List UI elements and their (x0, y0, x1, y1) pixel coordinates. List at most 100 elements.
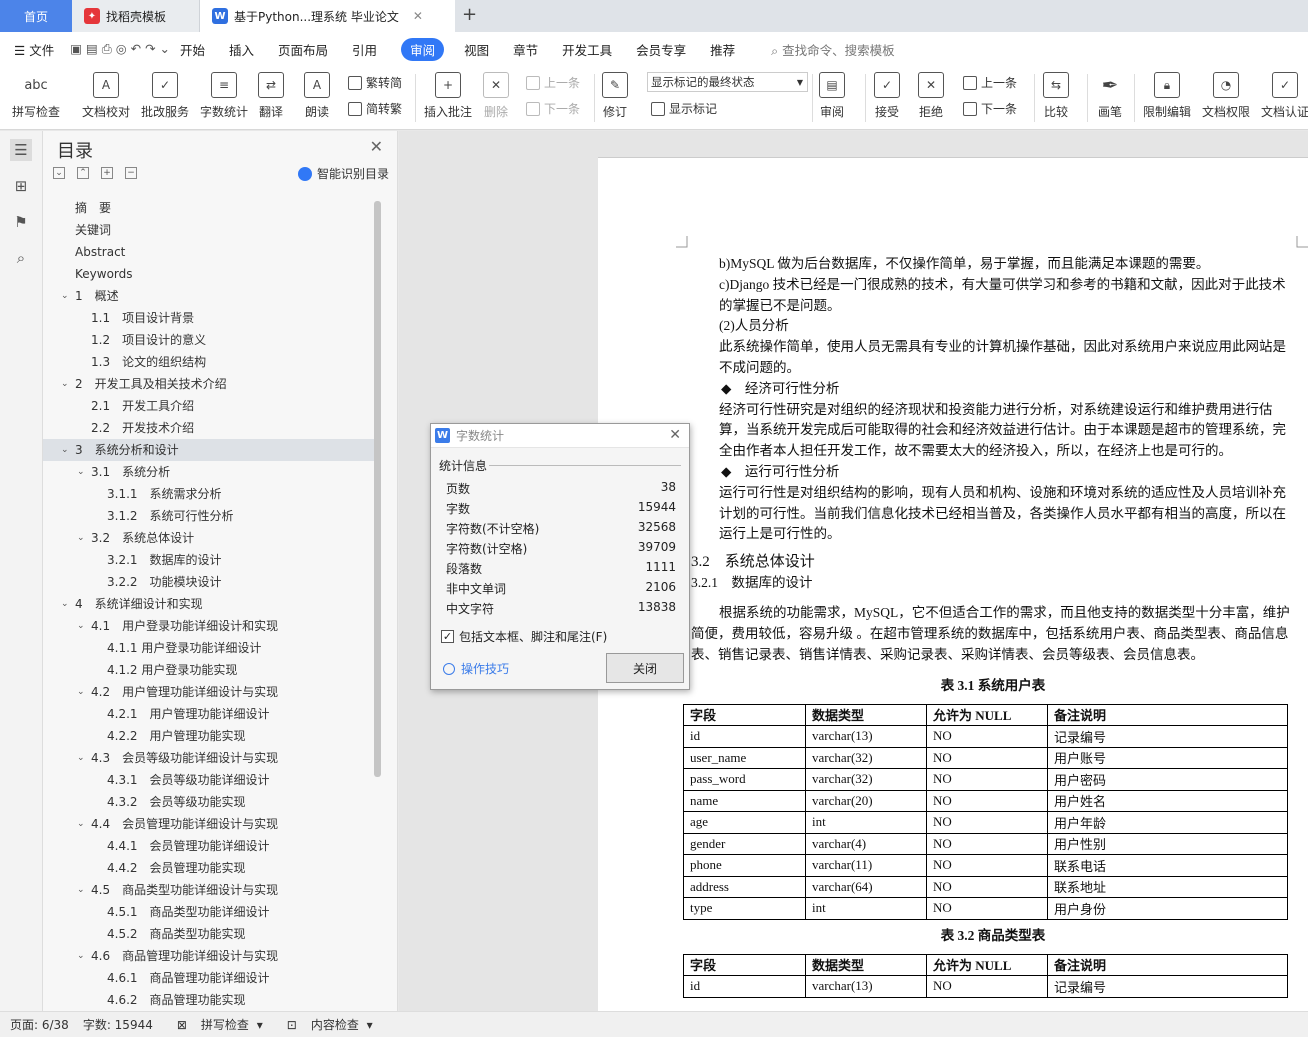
accept-button[interactable]: ✓ 接受 (874, 72, 900, 120)
chevron-down-icon[interactable]: ⌄ (77, 945, 85, 967)
toc-item[interactable]: ⌄ 4.3 会员等级功能详细设计与实现 (43, 747, 376, 769)
menu-insert[interactable]: 插入 (229, 40, 254, 59)
toc-item[interactable]: 摘 要 (43, 197, 376, 219)
close-icon[interactable]: ✕ (370, 137, 383, 156)
close-button[interactable]: 关闭 (606, 653, 684, 683)
toc-item[interactable]: 3.2.2 功能模块设计 (43, 571, 376, 593)
chevron-down-icon[interactable]: ⌄ (77, 813, 85, 835)
content-check-status[interactable]: ⊡ 内容检查 ▾ (277, 1016, 373, 1033)
chevron-down-icon[interactable]: ⌄ (77, 879, 85, 901)
read-aloud-button[interactable]: A 朗读 (304, 72, 330, 120)
close-icon[interactable]: ✕ (669, 427, 681, 443)
scrollbar[interactable] (374, 201, 381, 777)
toc-item[interactable]: 4.2.2 用户管理功能实现 (43, 725, 376, 747)
toc-item[interactable]: 4.6.1 商品管理功能详细设计 (43, 967, 376, 989)
toc-item[interactable]: ⌄ 4.2 用户管理功能详细设计与实现 (43, 681, 376, 703)
toc-item[interactable]: ⌄ 1 概述 (43, 285, 376, 307)
markup-state-select[interactable]: 显示标记的最终状态 ▼ (647, 72, 808, 92)
page-indicator[interactable]: 页面: 6/38 (10, 1016, 69, 1033)
chevron-down-icon[interactable]: ⌄ (77, 615, 85, 637)
quick-access-icons[interactable]: ▣ ▤ ⎙ ◎ ↶ ↷ ⌄ (70, 41, 170, 57)
chevron-down-icon[interactable]: ⌄ (77, 681, 85, 703)
search-box[interactable]: ⌕ 查找命令、搜索模板 (771, 40, 895, 59)
toc-item[interactable]: 3.2.1 数据库的设计 (43, 549, 376, 571)
toc-item[interactable]: 4.5.1 商品类型功能详细设计 (43, 901, 376, 923)
chevron-down-icon[interactable]: ⌄ (61, 373, 69, 395)
menu-chapter[interactable]: 章节 (513, 40, 538, 59)
word-count-indicator[interactable]: 字数: 15944 (83, 1016, 153, 1033)
toc-item[interactable]: 3.1.2 系统可行性分析 (43, 505, 376, 527)
tab-home[interactable]: 首页 (0, 0, 72, 32)
expand-up-icon[interactable]: ⌃ (77, 167, 89, 179)
toc-item[interactable]: ⌄ 4 系统详细设计和实现 (43, 593, 376, 615)
toc-item[interactable]: ⌄ 2 开发工具及相关技术介绍 (43, 373, 376, 395)
toc-item[interactable]: 1.3 论文的组织结构 (43, 351, 376, 373)
document-body[interactable]: b)MySQL 做为后台数据库，不仅操作简单，易于掌握，而且能满足本课题的需要。… (683, 254, 1295, 998)
toc-item[interactable]: ⌄ 3.1 系统分析 (43, 461, 376, 483)
toc-item[interactable]: ⌄ 3.2 系统总体设计 (43, 527, 376, 549)
toc-icon[interactable]: ☰ (10, 139, 32, 161)
toc-item[interactable]: 4.1.2 用户登录功能实现 (43, 659, 376, 681)
toc-item[interactable]: 2.2 开发技术介绍 (43, 417, 376, 439)
trad-to-simp-button[interactable]: 繁转简 (348, 74, 402, 91)
menu-member[interactable]: 会员专享 (636, 40, 686, 59)
toc-item[interactable]: 1.2 项目设计的意义 (43, 329, 376, 351)
delete-comment-button[interactable]: ✕ 删除 (483, 72, 509, 120)
pen-button[interactable]: ✒ 画笔 (1097, 72, 1123, 120)
review-pane-button[interactable]: ▤ 审阅 (819, 72, 845, 120)
doc-cert-button[interactable]: ✓ 文档认证 (1261, 72, 1308, 120)
include-footnotes-checkbox[interactable]: ✓ 包括文本框、脚注和尾注(F) (441, 628, 607, 645)
search-icon[interactable]: ⌕ (10, 247, 32, 269)
toc-item[interactable]: 4.5.2 商品类型功能实现 (43, 923, 376, 945)
toc-item[interactable]: 4.3.2 会员等级功能实现 (43, 791, 376, 813)
toc-item[interactable]: 4.3.1 会员等级功能详细设计 (43, 769, 376, 791)
remove-level-icon[interactable]: − (125, 167, 137, 179)
dialog-titlebar[interactable]: W 字数统计 (431, 424, 689, 448)
toc-item[interactable]: 4.2.1 用户管理功能详细设计 (43, 703, 376, 725)
menu-layout[interactable]: 页面布局 (278, 40, 328, 59)
toc-item[interactable]: 4.4.2 会员管理功能实现 (43, 857, 376, 879)
compare-button[interactable]: ⇆ 比较 (1043, 72, 1069, 120)
doc-permission-button[interactable]: ◔ 文档权限 (1202, 72, 1250, 120)
toc-item[interactable]: ⌄ 3 系统分析和设计 (43, 439, 376, 461)
smart-toc-button[interactable]: 智能识别目录 (297, 165, 389, 182)
close-icon[interactable]: ✕ (413, 9, 423, 23)
chevron-down-icon[interactable]: ⌄ (61, 439, 69, 461)
toc-item[interactable]: ⌄ 4.4 会员管理功能详细设计与实现 (43, 813, 376, 835)
restrict-edit-button[interactable]: 🔒︎ 限制编辑 (1143, 72, 1191, 120)
spell-check-status[interactable]: ⊠ 拼写检查 ▾ (167, 1016, 263, 1033)
reject-button[interactable]: ✕ 拒绝 (918, 72, 944, 120)
simp-to-trad-button[interactable]: 简转繁 (348, 100, 402, 117)
toc-item[interactable]: 4.6.2 商品管理功能实现 (43, 989, 376, 1011)
translate-button[interactable]: ⇄ 翻译 (258, 72, 284, 120)
toc-item[interactable]: Keywords (43, 263, 376, 285)
collapse-all-icon[interactable]: ⌄ (53, 167, 65, 179)
chevron-down-icon[interactable]: ⌄ (77, 527, 85, 549)
add-level-icon[interactable]: + (101, 167, 113, 179)
insert-comment-button[interactable]: + 插入批注 (424, 72, 472, 120)
menu-references[interactable]: 引用 (352, 40, 377, 59)
spell-check-button[interactable]: abc 拼写检查 (12, 72, 60, 120)
chevron-down-icon[interactable]: ⌄ (77, 747, 85, 769)
prev-comment-button[interactable]: 上一条 (526, 74, 580, 91)
doc-proof-button[interactable]: A 文档校对 (82, 72, 130, 120)
tips-link[interactable]: 操作技巧 (443, 660, 509, 677)
prev-change-button[interactable]: 上一条 (963, 74, 1017, 91)
toc-item[interactable]: 关键词 (43, 219, 376, 241)
toc-item[interactable]: 1.1 项目设计背景 (43, 307, 376, 329)
chevron-down-icon[interactable]: ⌄ (61, 593, 69, 615)
navigation-icon[interactable]: ⊞ (10, 175, 32, 197)
word-count-button[interactable]: ≡ 字数统计 (200, 72, 248, 120)
new-tab-button[interactable]: + (462, 4, 477, 25)
next-comment-button[interactable]: 下一条 (526, 100, 580, 117)
toc-item[interactable]: Abstract (43, 241, 376, 263)
tab-document[interactable]: W 基于Python...理系统 毕业论文 ✕ (200, 0, 455, 32)
file-menu[interactable]: ☰ 文件 (14, 40, 54, 59)
menu-review[interactable]: 审阅 (401, 37, 445, 61)
bookmark-icon[interactable]: ⚑ (10, 211, 32, 233)
toc-item[interactable]: ⌄ 4.1 用户登录功能详细设计和实现 (43, 615, 376, 637)
tab-template[interactable]: ✦ 找稻壳模板 (72, 0, 200, 32)
show-markup-button[interactable]: 显示标记 (651, 100, 717, 117)
toc-item[interactable]: 3.1.1 系统需求分析 (43, 483, 376, 505)
track-changes-button[interactable]: ✎ 修订 (602, 72, 628, 120)
